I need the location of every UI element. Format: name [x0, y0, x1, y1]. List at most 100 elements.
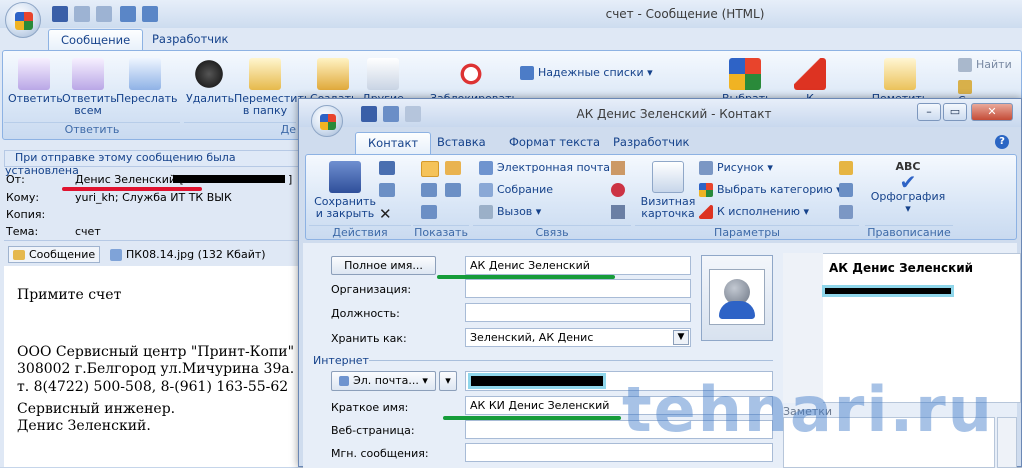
activities-icon[interactable] — [421, 205, 437, 219]
web-page-icon[interactable] — [611, 183, 625, 197]
folder-icon — [249, 58, 281, 90]
find-button[interactable]: Найти — [958, 58, 1012, 72]
job-title-field[interactable] — [465, 303, 691, 322]
certificates-icon[interactable] — [421, 183, 437, 197]
email-dropdown-button[interactable]: ▾ — [439, 371, 457, 391]
save-new-icon[interactable] — [379, 161, 395, 175]
internet-section-label: Интернет — [313, 354, 369, 367]
info-bar[interactable]: При отправке этому сообщению была устано… — [4, 150, 300, 177]
tab-developer[interactable]: Разработчик — [140, 29, 241, 51]
redo-icon[interactable] — [96, 6, 112, 22]
follow-up-button[interactable]: К исполнению ▾ — [699, 205, 809, 219]
tab-insert[interactable]: Вставка — [425, 132, 498, 154]
save-and-close-button[interactable]: Сохранить и закрыть — [313, 161, 377, 220]
delete-contact-icon[interactable]: ✕ — [379, 205, 392, 223]
save-close-label: Сохранить и закрыть — [314, 195, 376, 220]
check-icon: ✔ — [899, 170, 917, 194]
flag-icon — [794, 58, 826, 90]
full-name-button[interactable]: Полное имя... — [331, 256, 436, 275]
categorize-label: Выбрать категорию — [717, 183, 833, 196]
reply-button[interactable]: Ответить — [8, 58, 63, 105]
tab-contact[interactable]: Контакт — [355, 132, 432, 154]
file-as-select[interactable]: Зеленский, АК Денис — [465, 328, 691, 347]
tab-format-text[interactable]: Формат текста — [497, 132, 612, 154]
email-icon — [479, 161, 493, 175]
block-sender-icon — [455, 58, 487, 90]
details-view-icon[interactable] — [445, 161, 461, 175]
save-close-icon — [329, 161, 361, 193]
section-divider — [369, 360, 773, 361]
forward-label: Переслать — [116, 92, 178, 105]
categorize-button[interactable]: Выбрать категорию ▾ — [699, 183, 842, 197]
meeting-button[interactable]: Собрание — [479, 183, 553, 197]
tab-developer[interactable]: Разработчик — [601, 132, 702, 154]
body-line: Сервисный инженер. — [17, 401, 176, 417]
forward-contact-icon[interactable] — [379, 183, 395, 197]
down-arrow-icon[interactable] — [142, 6, 158, 22]
spelling-button[interactable]: ABC ✔ Орфография ▾ — [867, 161, 949, 215]
dropdown-arrow-icon[interactable]: ▼ — [673, 330, 689, 345]
email-button[interactable]: Электронная почта — [479, 161, 610, 175]
business-card-label: Визитная карточка — [640, 195, 696, 220]
group-options-label: Параметры — [635, 225, 859, 239]
full-name-field[interactable]: АК Денис Зеленский — [465, 256, 691, 275]
email-button[interactable]: Эл. почта... ▾ — [331, 371, 436, 391]
check-names-icon[interactable] — [839, 205, 853, 219]
help-icon[interactable]: ? — [995, 135, 1009, 149]
body-line: Денис Зеленский. — [17, 418, 151, 434]
reply-all-button[interactable]: Ответить всем — [62, 58, 117, 117]
delete-button[interactable]: Удалить — [186, 58, 234, 105]
organization-field[interactable] — [465, 279, 691, 298]
assign-task-icon[interactable] — [611, 161, 625, 175]
save-icon[interactable] — [52, 6, 68, 22]
minimize-button[interactable]: – — [917, 103, 941, 121]
office-button[interactable] — [311, 105, 343, 137]
close-button[interactable]: ✕ — [971, 103, 1013, 121]
group-actions-label: Действия — [309, 225, 411, 239]
phone-icon — [479, 205, 493, 219]
attachment-file[interactable]: ПК08.14.jpg (132 Кбайт) — [108, 247, 268, 262]
tab-message[interactable]: Сообщение — [48, 29, 144, 51]
general-view-icon[interactable] — [421, 161, 439, 177]
group-actions-label: Де — [184, 122, 296, 136]
job-title-label: Должность: — [331, 307, 400, 320]
categorize-icon — [729, 58, 761, 90]
delete-x-icon — [193, 58, 225, 90]
body-line: ООО Сервисный центр "Принт-Копи" — [17, 344, 295, 360]
attachment-message[interactable]: Сообщение — [8, 246, 101, 263]
undo-icon[interactable] — [383, 106, 399, 122]
picture-button[interactable]: Рисунок ▾ — [699, 161, 773, 175]
contact-window-title: АК Денис Зеленский - Контакт — [576, 107, 772, 121]
redo-icon[interactable] — [405, 106, 421, 122]
card-email-redaction — [822, 285, 954, 297]
business-card-button[interactable]: Визитная карточка — [639, 161, 697, 220]
header-divider — [4, 240, 300, 241]
up-arrow-icon[interactable] — [120, 6, 136, 22]
safe-lists-button[interactable]: Надежные списки ▾ — [520, 66, 653, 80]
body-line: т. 8(4722) 500-508, 8-(961) 163-55-62 — [17, 379, 289, 395]
reply-label: Ответить — [8, 92, 63, 105]
map-icon[interactable] — [611, 205, 625, 219]
email-icon — [339, 376, 350, 386]
to-value: yuri_kh; Служба ИТ ТК ВЫК — [75, 191, 232, 204]
image-file-icon — [110, 249, 122, 261]
forward-button[interactable]: Переслать — [116, 58, 178, 105]
group-proofing-label: Правописание — [865, 225, 953, 239]
im-address-label: Мгн. сообщения: — [331, 447, 429, 460]
address-book-icon[interactable] — [839, 183, 853, 197]
person-body-icon — [719, 301, 755, 319]
move-to-folder-button[interactable]: Переместить в папку — [234, 58, 310, 117]
notes-scrollbar[interactable] — [997, 417, 1017, 468]
office-button[interactable] — [5, 2, 41, 38]
maximize-button[interactable]: ▭ — [943, 103, 967, 121]
call-button[interactable]: Вызов ▾ — [479, 205, 541, 219]
private-lock-icon[interactable] — [839, 161, 853, 175]
categorize-icon — [699, 183, 713, 197]
save-icon[interactable] — [361, 106, 377, 122]
undo-icon[interactable] — [74, 6, 90, 22]
all-fields-icon[interactable] — [445, 183, 461, 197]
group-show-label: Показать — [413, 225, 469, 239]
find-icon — [958, 58, 972, 72]
forward-icon — [129, 58, 161, 90]
related-icon — [958, 80, 972, 94]
